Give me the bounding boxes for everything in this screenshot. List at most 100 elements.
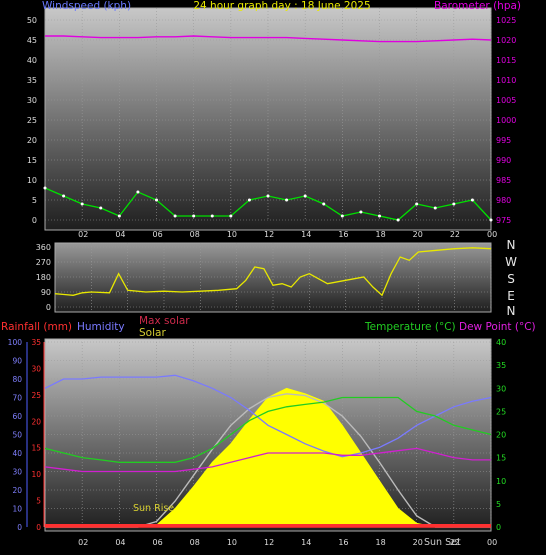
windspeed-point [80, 202, 84, 206]
barometer-tick-label: 1000 [496, 116, 516, 125]
sunrise-label: Sun Rise [133, 503, 174, 514]
wind-x-tick-label: 10 [227, 230, 237, 239]
temperature-tick-label: 20 [496, 431, 506, 440]
barometer-tick-label: 985 [496, 176, 511, 185]
windspeed-point [117, 214, 121, 218]
env-x-tick-label: 00 [487, 538, 497, 547]
rainfall-tick-label: 35 [31, 338, 41, 347]
direction-tick-label: 270 [36, 258, 51, 267]
compass-label-n-top: N [507, 238, 516, 252]
compass-label-w: W [505, 255, 517, 269]
barometer-tick-label: 975 [496, 216, 511, 225]
barometer-tick-label: 1010 [496, 76, 516, 85]
rainfall-tick-label: 0 [36, 523, 41, 532]
windspeed-tick-label: 30 [27, 96, 37, 105]
temperature-tick-label: 25 [496, 407, 506, 416]
windspeed-point [43, 186, 47, 190]
windspeed-tick-label: 35 [27, 76, 37, 85]
wind-x-tick-label: 20 [413, 230, 423, 239]
humidity-tick-label: 50 [12, 431, 22, 440]
humidity-legend-label: Humidity [77, 321, 125, 333]
windspeed-tick-label: 5 [32, 196, 37, 205]
rainfall-tick-label: 25 [31, 391, 41, 400]
rainfall-axis-label: Rainfall (mm) [1, 321, 72, 333]
env-x-tick-label: 16 [338, 538, 348, 547]
windspeed-point [247, 198, 251, 202]
temperature-tick-label: 35 [496, 361, 506, 370]
humidity-tick-label: 40 [12, 449, 22, 458]
windspeed-point [192, 214, 196, 218]
rainfall-tick-label: 20 [31, 417, 41, 426]
direction-tick-label: 180 [36, 273, 51, 282]
windspeed-tick-label: 20 [27, 136, 37, 145]
env-x-tick-label: 10 [227, 538, 237, 547]
temperature-tick-label: 30 [496, 384, 506, 393]
sunset-label: Sun Set [424, 537, 461, 548]
windspeed-tick-label: 0 [32, 216, 37, 225]
windspeed-point [136, 190, 140, 194]
direction-tick-label: 360 [36, 243, 51, 252]
windspeed-point [303, 194, 307, 198]
direction-tick-label: 90 [41, 288, 51, 297]
temperature-tick-label: 15 [496, 454, 506, 463]
wind-x-tick-label: 08 [190, 230, 200, 239]
wind-x-tick-label: 04 [115, 230, 125, 239]
wind-x-tick-label: 16 [338, 230, 348, 239]
barometer-tick-label: 980 [496, 196, 511, 205]
windspeed-tick-label: 40 [27, 56, 37, 65]
compass-label-e: E [507, 289, 515, 303]
rainfall-tick-label: 30 [31, 364, 41, 373]
windspeed-tick-label: 45 [27, 36, 37, 45]
humidity-tick-label: 90 [12, 357, 22, 366]
humidity-tick-label: 100 [8, 338, 23, 347]
windspeed-tick-label: 10 [27, 176, 37, 185]
rainfall-baseline-bar [45, 524, 491, 527]
windspeed-point [99, 206, 103, 210]
direction-tick-label: 0 [46, 303, 51, 312]
windspeed-tick-label: 50 [27, 16, 37, 25]
barometer-tick-label: 990 [496, 156, 511, 165]
env-x-tick-label: 02 [78, 538, 88, 547]
temperature-tick-label: 5 [496, 500, 501, 509]
rainfall-tick-label: 10 [31, 470, 41, 479]
barometer-axis-label: Barometer (hpa) [434, 0, 521, 12]
windspeed-point [173, 214, 177, 218]
windspeed-point [62, 194, 66, 198]
windspeed-point [452, 202, 456, 206]
windspeed-point [285, 198, 289, 202]
windspeed-point [489, 218, 493, 222]
rainfall-tick-label: 5 [36, 497, 41, 506]
temperature-legend-label: Temperature (°C) [364, 321, 456, 333]
dewpoint-legend-label: Dew Point (°C) [459, 321, 536, 333]
weather-graph-svg: 24 hour graph day : 18 June 2025 Windspe… [1, 0, 536, 548]
barometer-tick-label: 1005 [496, 96, 516, 105]
env-x-tick-label: 20 [413, 538, 423, 547]
temperature-tick-label: 10 [496, 477, 506, 486]
windspeed-point [229, 214, 233, 218]
wind-x-tick-label: 02 [78, 230, 88, 239]
chart-title: 24 hour graph day : 18 June 2025 [193, 0, 370, 12]
humidity-tick-label: 60 [12, 412, 22, 421]
wind-x-tick-label: 12 [264, 230, 274, 239]
barometer-tick-label: 1015 [496, 56, 516, 65]
solar-legend-label: Solar [139, 327, 166, 339]
env-x-tick-label: 06 [153, 538, 163, 547]
wind-x-tick-label: 00 [487, 230, 497, 239]
humidity-tick-label: 10 [12, 505, 22, 514]
env-x-tick-label: 12 [264, 538, 274, 547]
windspeed-point [415, 202, 419, 206]
compass-label-s: S [507, 272, 515, 286]
rainfall-tick-label: 15 [31, 444, 41, 453]
windspeed-point [210, 214, 214, 218]
windspeed-point [359, 210, 363, 214]
wind-x-tick-label: 18 [376, 230, 386, 239]
windspeed-point [322, 202, 326, 206]
env-x-tick-label: 04 [115, 538, 125, 547]
temperature-tick-label: 0 [496, 523, 501, 532]
wind-x-tick-label: 06 [153, 230, 163, 239]
barometer-tick-label: 1025 [496, 16, 516, 25]
humidity-tick-label: 30 [12, 468, 22, 477]
maxsolar-legend-label: Max solar [139, 315, 190, 327]
compass-label-n-bottom: N [507, 304, 516, 318]
windspeed-axis-label: Windspeed (kph) [42, 0, 131, 12]
